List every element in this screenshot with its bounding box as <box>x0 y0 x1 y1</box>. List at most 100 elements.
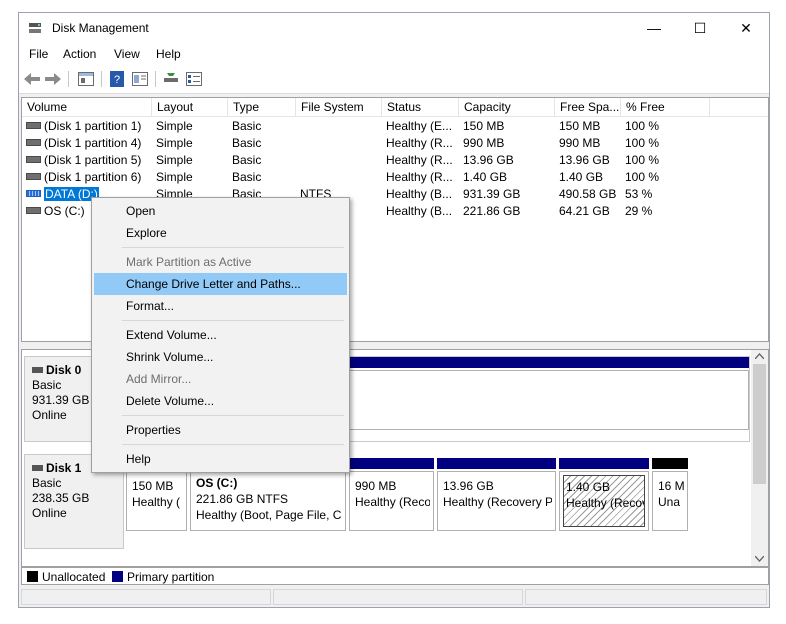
menu-item-help[interactable]: Help <box>94 448 347 470</box>
unallocated-bar <box>652 458 688 469</box>
minimize-button[interactable]: — <box>631 13 677 43</box>
help-icon: ? <box>110 71 124 87</box>
refresh-button[interactable] <box>162 70 180 88</box>
title-bar[interactable]: Disk Management — ☐ ✕ <box>19 13 769 43</box>
menu-help[interactable]: Help <box>156 47 181 61</box>
close-button[interactable]: ✕ <box>723 13 769 43</box>
partition-size: 221.86 GB NTFS <box>196 492 289 506</box>
percent-free-cell: 29 % <box>625 204 653 218</box>
volume-icon <box>26 207 41 215</box>
column-header-file-system[interactable]: File System <box>296 98 382 116</box>
partition-bar <box>349 458 434 469</box>
partition-block-selected[interactable]: 1.40 GB Healthy (Recov <box>559 471 649 531</box>
scroll-up-icon[interactable] <box>755 353 764 359</box>
scroll-thumb[interactable] <box>753 364 766 484</box>
menu-item-format[interactable]: Format... <box>94 295 347 317</box>
scroll-down-icon[interactable] <box>755 556 764 562</box>
properties-button[interactable] <box>77 70 95 88</box>
menu-file[interactable]: File <box>29 47 48 61</box>
forward-button[interactable] <box>44 70 62 88</box>
partition-size: 990 MB <box>355 479 397 493</box>
column-header-type[interactable]: Type <box>228 98 296 116</box>
legend-unallocated: Unallocated <box>42 570 106 584</box>
volume-name-cell: (Disk 1 partition 4) <box>26 135 152 152</box>
unallocated-block[interactable]: 16 M Una <box>652 471 688 531</box>
refresh-icon <box>164 73 178 82</box>
menu-item-delete-volume[interactable]: Delete Volume... <box>94 390 347 412</box>
column-header-layout[interactable]: Layout <box>152 98 228 116</box>
column-header-free-space[interactable]: Free Spa... <box>555 98 621 116</box>
partition-size: 150 MB <box>132 479 174 493</box>
back-button[interactable] <box>23 70 41 88</box>
menu-item-open[interactable]: Open <box>94 200 347 222</box>
menu-item-shrink-volume[interactable]: Shrink Volume... <box>94 346 347 368</box>
capacity-cell: 931.39 GB <box>463 187 521 201</box>
free-space-cell: 1.40 GB <box>559 170 604 184</box>
disk-kind: Basic <box>32 476 62 490</box>
column-header-capacity[interactable]: Capacity <box>459 98 555 116</box>
free-space-cell: 150 MB <box>559 119 601 133</box>
volume-icon <box>26 139 41 147</box>
status-cell: Healthy (B... <box>386 204 453 218</box>
status-bar <box>19 587 769 607</box>
list-button[interactable] <box>185 70 203 88</box>
menu-item-extend-volume[interactable]: Extend Volume... <box>94 324 347 346</box>
primary-partition-swatch <box>112 571 123 582</box>
partition-title: OS (C:) <box>196 476 238 490</box>
menu-separator <box>122 320 344 321</box>
file-system-cell <box>300 135 380 152</box>
volume-row[interactable]: (Disk 1 partition 5) Simple Basic Health… <box>22 152 768 169</box>
close-icon: ✕ <box>740 19 752 36</box>
volume-row[interactable]: (Disk 1 partition 4) Simple Basic Health… <box>22 135 768 152</box>
capacity-cell: 221.86 GB <box>463 204 521 218</box>
type-cell: Basic <box>232 136 262 150</box>
volume-icon <box>26 156 41 164</box>
partition-block[interactable]: 13.96 GB Healthy (Recovery P <box>437 471 556 531</box>
legend: Unallocated Primary partition <box>21 567 769 585</box>
partition-block[interactable]: 990 MB Healthy (Reco <box>349 471 434 531</box>
percent-free-cell: 100 % <box>625 153 660 167</box>
toolbar: ? <box>19 65 769 94</box>
volume-name: (Disk 1 partition 6) <box>44 170 142 184</box>
minimize-icon: — <box>647 20 661 36</box>
console-button[interactable] <box>131 70 149 88</box>
menu-separator <box>122 247 344 248</box>
column-header-volume[interactable]: Volume <box>22 98 152 116</box>
menu-item-change-drive-letter[interactable]: Change Drive Letter and Paths... <box>94 273 347 295</box>
capacity-cell: 150 MB <box>463 119 505 133</box>
capacity-cell: 1.40 GB <box>463 170 508 184</box>
menu-view[interactable]: View <box>114 47 140 61</box>
menu-item-explore[interactable]: Explore <box>94 222 347 244</box>
disk-pane-scrollbar[interactable] <box>751 350 768 566</box>
menu-item-properties[interactable]: Properties <box>94 419 347 441</box>
volume-row[interactable]: (Disk 1 partition 1) Simple Basic Health… <box>22 118 768 135</box>
partition-status: Healthy (Recov <box>566 496 645 510</box>
volume-row[interactable]: (Disk 1 partition 6) Simple Basic Health… <box>22 169 768 186</box>
layout-cell: Simple <box>156 119 193 133</box>
properties-icon <box>78 72 94 86</box>
partition-size: 13.96 GB <box>443 479 494 493</box>
layout-cell: Simple <box>156 136 193 150</box>
volume-name: OS (C:) <box>44 204 85 218</box>
partition-bar <box>437 458 556 469</box>
status-cell: Healthy (B... <box>386 187 453 201</box>
console-icon <box>132 72 148 86</box>
forward-icon <box>45 73 61 85</box>
svg-text:?: ? <box>114 74 120 86</box>
volume-name: (Disk 1 partition 5) <box>44 153 142 167</box>
menu-action[interactable]: Action <box>63 47 96 61</box>
column-header-status[interactable]: Status <box>382 98 459 116</box>
help-button[interactable]: ? <box>108 70 126 88</box>
maximize-icon: ☐ <box>693 19 707 36</box>
partition-block[interactable]: 150 MB Healthy ( <box>126 471 187 531</box>
status-segment <box>525 589 767 605</box>
column-header-percent-free[interactable]: % Free <box>621 98 710 116</box>
status-cell: Healthy (R... <box>386 170 453 184</box>
layout-cell: Simple <box>156 153 193 167</box>
partition-status: Healthy ( <box>132 495 181 509</box>
partition-size: 1.40 GB <box>566 480 611 494</box>
volume-list-header: Volume Layout Type File System Status Ca… <box>22 98 768 117</box>
maximize-button[interactable]: ☐ <box>677 13 723 43</box>
partition-block[interactable]: OS (C:) 221.86 GB NTFS Healthy (Boot, Page… <box>190 471 346 531</box>
status-segment <box>273 589 523 605</box>
